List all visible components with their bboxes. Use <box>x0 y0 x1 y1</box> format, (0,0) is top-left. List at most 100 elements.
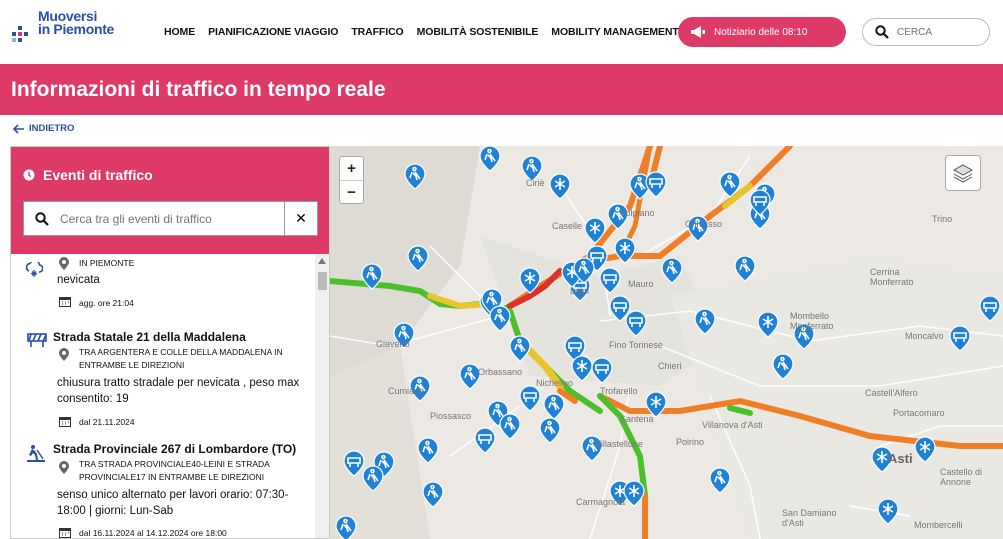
place-label: Nichelino <box>536 378 574 388</box>
site-search[interactable] <box>862 18 990 46</box>
events-search[interactable]: ✕ <box>23 201 318 236</box>
place-label: San Damiano d'Asti <box>782 508 837 528</box>
roadwork-marker-icon[interactable] <box>417 437 439 464</box>
barrier-icon <box>27 333 47 347</box>
barrier-marker-icon[interactable] <box>519 385 541 412</box>
event-title: Strada Statale 21 della Maddalena <box>53 330 246 344</box>
place-label: Mauro <box>628 279 654 289</box>
roadwork-marker-icon[interactable] <box>459 363 481 390</box>
place-label: Trofarello <box>600 386 638 396</box>
event-title: Strada Provinciale 267 di Lombardore (TO… <box>53 442 297 456</box>
events-scrollbar[interactable] <box>315 254 329 538</box>
event-description: senso unico alternato per lavori orario:… <box>57 489 289 517</box>
events-panel-header: Eventi di traffico ✕ <box>11 147 329 254</box>
roadwork-marker-icon[interactable] <box>489 305 511 332</box>
calendar-icon <box>59 528 71 538</box>
place-label: Orbassano <box>478 367 523 377</box>
place-label: Cerrina Monferrato <box>870 267 914 287</box>
place-label: Mombercelli <box>914 520 963 530</box>
location-pin-icon <box>59 461 69 474</box>
scroll-up-arrow-icon[interactable] <box>318 258 326 264</box>
place-label: Piossasco <box>430 411 472 421</box>
layers-button[interactable] <box>945 155 981 191</box>
clear-search-button[interactable]: ✕ <box>284 202 317 235</box>
place-label: Mombello Monferrato <box>790 311 834 331</box>
search-icon <box>875 25 889 39</box>
place-label: Santena <box>620 414 654 424</box>
event-location: TRA ARGENTERA E COLLE DELLA MADDALENA IN… <box>79 347 283 370</box>
event-description: chiusura tratto stradale per nevicata , … <box>57 377 300 405</box>
traffic-map[interactable]: Ciriè Caselle Volpiano Chivasso Trino Ce… <box>330 146 1003 539</box>
event-date: dal 16.11.2024 al 14.12.2024 ore 18:00 <box>79 528 227 538</box>
roadwork-marker-icon[interactable] <box>734 255 756 282</box>
page-title: Informazioni di traffico in tempo reale <box>11 78 386 101</box>
zoom-in-button[interactable]: + <box>340 157 363 180</box>
megaphone-icon <box>691 26 705 38</box>
roadwork-marker-icon[interactable] <box>499 413 521 440</box>
event-location: IN PIEMONTE <box>79 258 135 268</box>
place-label: Chivasso <box>685 219 723 229</box>
snow-marker-icon[interactable] <box>623 480 645 507</box>
events-panel: Eventi di traffico ✕ IN PIEMONTE nevicat… <box>10 146 330 539</box>
place-label: Castello di Annone <box>940 467 983 487</box>
place-label: Ciriè <box>526 178 545 188</box>
place-label: Leini <box>570 286 590 296</box>
place-label: Villastellone <box>595 439 643 449</box>
place-label: Carmagnola <box>576 497 626 507</box>
nav-pianificazione[interactable]: PIANIFICAZIONE VIAGGIO <box>208 26 338 38</box>
nav-mobilita[interactable]: MOBILITÀ SOSTENIBILE <box>417 26 539 38</box>
events-panel-title-text: Eventi di traffico <box>43 167 153 183</box>
location-pin-icon <box>59 257 69 270</box>
roadwork-marker-icon[interactable] <box>543 393 565 420</box>
events-search-input[interactable] <box>60 211 280 226</box>
barrier-marker-icon[interactable] <box>645 171 667 198</box>
logo-mark-icon <box>12 26 28 42</box>
logo-line2: in Piemonte <box>38 21 115 37</box>
place-label: Poirino <box>676 437 705 447</box>
calendar-icon <box>59 417 71 427</box>
scroll-thumb[interactable] <box>318 272 327 290</box>
barrier-marker-icon[interactable] <box>474 427 496 454</box>
clock-icon <box>23 169 35 181</box>
layers-icon <box>952 164 974 183</box>
place-label: Fino Torinese <box>609 340 663 350</box>
nav-mobility-management[interactable]: MOBILITY MANAGEMENT <box>551 26 679 38</box>
events-list: IN PIEMONTE nevicata agg. ore 21:04 Stra… <box>11 254 315 538</box>
site-search-input[interactable] <box>897 26 977 38</box>
event-date: agg. ore 21:04 <box>79 298 134 308</box>
calendar-icon <box>59 297 71 307</box>
arrow-left-icon <box>13 123 24 134</box>
search-icon <box>35 211 49 226</box>
roadwork-marker-icon[interactable] <box>422 481 444 508</box>
event-location: TRA STRADA PROVINCIALE40-LEINI E STRADA … <box>79 459 270 482</box>
place-label: Moncalvo <box>905 331 944 341</box>
place-label: Volpiano <box>620 208 655 218</box>
roadwork-icon <box>27 445 45 462</box>
map-canvas <box>330 146 1003 539</box>
back-label: INDIETRO <box>29 123 75 134</box>
nav-traffico[interactable]: TRAFFICO <box>351 26 403 38</box>
roadwork-marker-icon[interactable] <box>479 146 501 172</box>
site-logo[interactable]: Muoversi in Piemonte <box>10 9 130 50</box>
nav-home[interactable]: HOME <box>164 26 195 38</box>
notiziario-button[interactable]: Notiziario delle 08:10 <box>678 17 846 47</box>
place-label: Giaveno <box>376 339 410 349</box>
place-label: Caselle <box>552 221 583 231</box>
roadwork-marker-icon[interactable] <box>709 467 731 494</box>
back-link[interactable]: INDIETRO <box>13 123 74 134</box>
snow-icon <box>25 262 43 277</box>
location-pin-icon <box>59 348 69 361</box>
zoom-control: + − <box>339 156 364 204</box>
place-label: Cumiana <box>388 386 425 396</box>
main-nav: HOME PIANIFICAZIONE VIAGGIO TRAFFICO MOB… <box>164 26 679 38</box>
site-header: Muoversi in Piemonte HOME PIANIFICAZIONE… <box>0 0 1003 64</box>
page-banner: Informazioni di traffico in tempo reale <box>0 64 1003 115</box>
notiziario-label: Notiziario delle 08:10 <box>714 26 808 38</box>
place-label: Castell'Alfero <box>865 388 918 398</box>
zoom-out-button[interactable]: − <box>340 180 363 203</box>
place-label: Trino <box>932 214 953 224</box>
roadwork-marker-icon[interactable] <box>539 417 561 444</box>
event-date: dal 21.11.2024 <box>79 417 135 427</box>
place-label: Portacomaro <box>893 408 945 418</box>
place-label: Asti <box>888 451 913 466</box>
